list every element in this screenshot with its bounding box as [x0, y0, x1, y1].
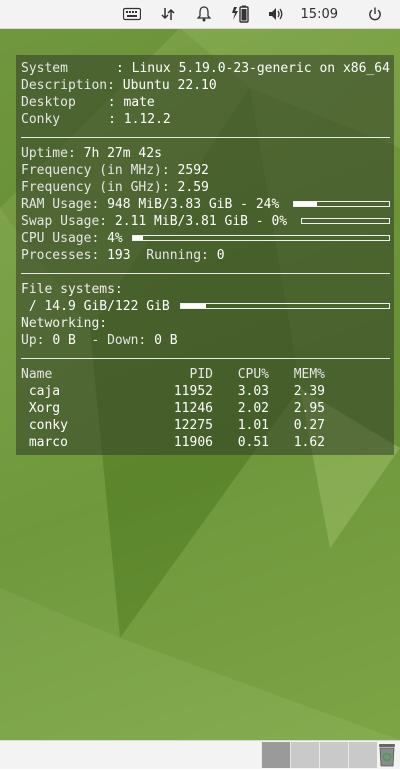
swap-value: 2.11 MiB/3.81 GiB - 0% [114, 214, 288, 229]
running-label: Running: [146, 248, 209, 263]
top-panel: 15:09 [0, 0, 400, 29]
description-row: Description: Ubuntu 22.10 [21, 77, 217, 94]
col-name-header: Name [21, 367, 53, 382]
down-value: 0 B [154, 333, 178, 348]
network-icon[interactable] [157, 3, 179, 25]
volume-icon[interactable] [265, 3, 287, 25]
workspace-4[interactable] [348, 742, 377, 768]
swap-label: Swap Usage: [21, 214, 108, 229]
bottom-panel [0, 740, 400, 769]
divider [21, 273, 390, 274]
table-row: conky 12275 1.01 0.27 [21, 417, 381, 434]
col-mem-header: MEM% [293, 367, 325, 382]
running-value: 0 [216, 248, 225, 263]
process-pid: 11246 [173, 401, 213, 416]
desktop-value: : mate [107, 95, 155, 110]
cpu-row: CPU Usage: 4% [21, 230, 123, 247]
col-pid-header: PID [189, 367, 213, 382]
power-icon[interactable] [364, 3, 386, 25]
ram-usage-bar [293, 201, 390, 207]
freq-mhz-row: Frequency (in MHz): 2592 [21, 162, 209, 179]
ram-row: RAM Usage: 948 MiB/3.83 GiB - 24% [21, 196, 279, 213]
ram-value: 948 MiB/3.83 GiB - 24% [107, 197, 280, 212]
workspace-3[interactable] [319, 742, 348, 768]
freq-ghz-row: Frequency (in GHz): 2.59 [21, 179, 209, 196]
table-row: Xorg 11246 2.02 2.95 [21, 400, 381, 417]
system-label: System [21, 61, 68, 76]
process-name: conky [21, 418, 68, 433]
conky-label: Conky [21, 112, 61, 127]
processes-label: Processes: [21, 248, 100, 263]
processes-row: Processes: 193 Running: 0 [21, 247, 225, 264]
description-value: Ubuntu 22.10 [122, 78, 217, 93]
process-name: caja [21, 384, 61, 399]
desktop-label: Desktop [21, 95, 76, 110]
net-row: Up: 0 B - Down: 0 B [21, 332, 178, 349]
clock[interactable]: 15:09 [301, 7, 338, 22]
fs-usage-fill [181, 304, 206, 308]
fs-usage-bar [180, 303, 390, 309]
fs-root-row: / 14.9 GiB/122 GiB [21, 298, 170, 315]
system-row: System : Linux 5.19.0-23-generic on x86_6… [21, 60, 390, 77]
cpu-usage-bar [132, 235, 390, 241]
table-row: marco 11906 0.51 1.62 [21, 434, 381, 451]
fs-root-value: / 14.9 GiB/122 GiB [21, 299, 170, 314]
conky-row: Conky : 1.12.2 [21, 111, 171, 128]
process-mem: 0.27 [293, 418, 325, 433]
workspace-1[interactable] [261, 742, 290, 768]
swap-row: Swap Usage: 2.11 MiB/3.81 GiB - 0% [21, 213, 287, 230]
process-pid: 11906 [173, 435, 213, 450]
up-value: 0 B [52, 333, 76, 348]
swap-usage-bar [301, 218, 390, 224]
cpu-label: CPU Usage: [21, 231, 100, 246]
workspace-2[interactable] [290, 742, 319, 768]
divider [21, 358, 390, 359]
ram-label: RAM Usage: [21, 197, 100, 212]
fs-heading: File systems: [21, 282, 123, 297]
freq-ghz-value: 2.59 [177, 180, 209, 195]
desktop-row: Desktop : mate [21, 94, 155, 111]
process-cpu: 2.02 [237, 401, 269, 416]
process-name: Xorg [21, 401, 61, 416]
freq-mhz-value: 2592 [177, 163, 209, 178]
cpu-usage-fill [133, 236, 144, 240]
conky-widget: System : Linux 5.19.0-23-generic on x86_6… [16, 55, 394, 455]
down-label: - Down: [91, 333, 147, 348]
process-cpu: 0.51 [237, 435, 269, 450]
system-value: : Linux 5.19.0-23-generic on x86_64 [115, 61, 390, 76]
keyboard-icon[interactable] [121, 3, 143, 25]
process-table-header: Name PID CPU% MEM% [21, 366, 381, 383]
ram-usage-fill [294, 202, 317, 206]
cpu-value: 4% [107, 231, 123, 246]
uptime-label: Uptime: [21, 146, 76, 161]
uptime-row: Uptime: 7h 27m 42s [21, 145, 162, 162]
description-label: Description: [21, 78, 115, 93]
up-label: Up: [21, 333, 45, 348]
freq-ghz-label: Frequency (in GHz): [21, 180, 170, 195]
divider [21, 137, 390, 138]
notification-bell-icon[interactable] [193, 3, 215, 25]
conky-value: : 1.12.2 [108, 112, 171, 127]
battery-icon[interactable] [229, 3, 251, 25]
process-name: marco [21, 435, 68, 450]
processes-value: 193 [107, 248, 131, 263]
freq-mhz-label: Frequency (in MHz): [21, 163, 170, 178]
process-cpu: 1.01 [237, 418, 269, 433]
net-heading: Networking: [21, 316, 108, 331]
trash-icon[interactable] [377, 743, 397, 767]
process-pid: 12275 [173, 418, 213, 433]
process-pid: 11952 [173, 384, 213, 399]
process-mem: 2.39 [293, 384, 325, 399]
process-mem: 1.62 [293, 435, 325, 450]
process-mem: 2.95 [293, 401, 325, 416]
process-cpu: 3.03 [237, 384, 269, 399]
col-cpu-header: CPU% [237, 367, 269, 382]
uptime-value: 7h 27m 42s [83, 146, 162, 161]
table-row: caja 11952 3.03 2.39 [21, 383, 381, 400]
